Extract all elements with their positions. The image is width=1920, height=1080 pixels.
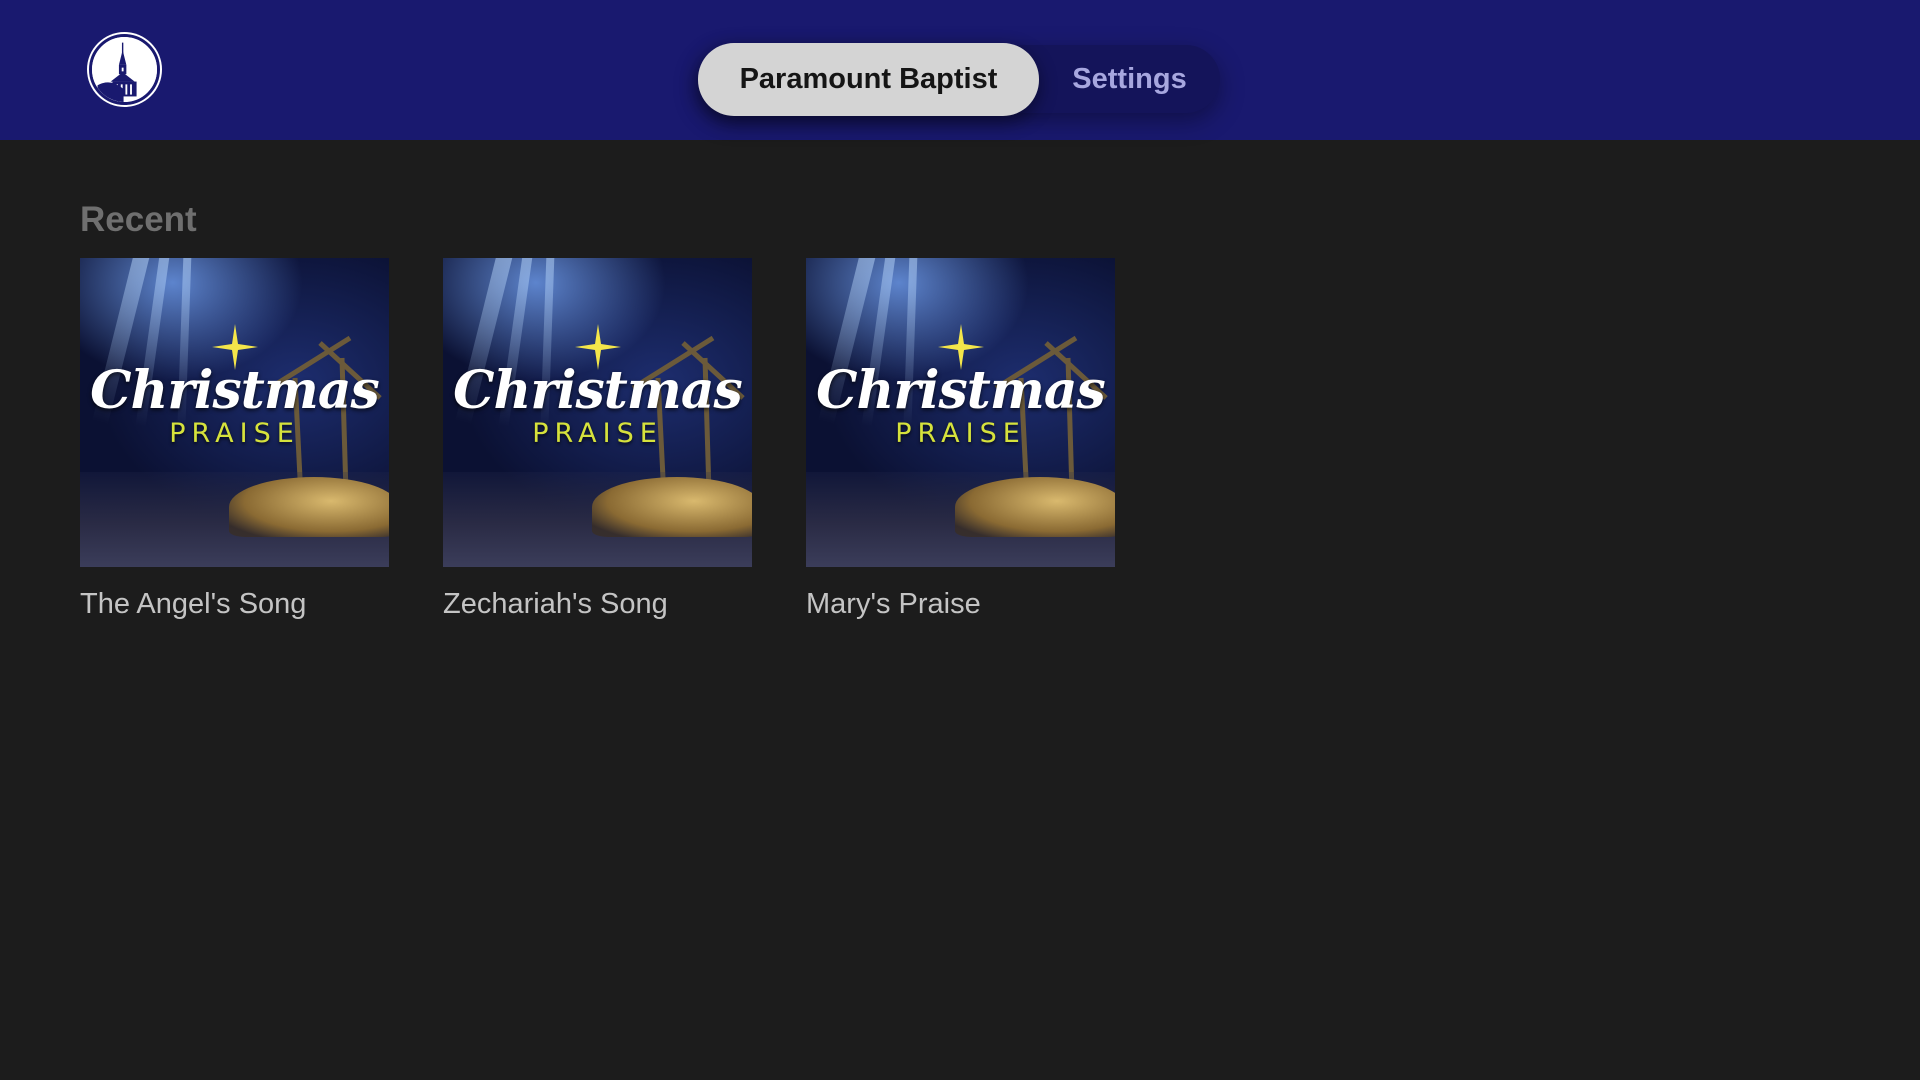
tab-paramount-baptist[interactable]: Paramount Baptist xyxy=(698,43,1039,116)
artwork-title: Christmas xyxy=(816,360,1106,421)
artwork-subtitle: PRAISE xyxy=(532,418,663,449)
recent-item-title: Mary's Praise xyxy=(806,588,981,620)
recent-item-title: Zechariah's Song xyxy=(443,588,668,620)
artwork-subtitle: PRAISE xyxy=(169,418,300,449)
recent-item-card[interactable]: Christmas PRAISE Mary's Praise xyxy=(806,258,1115,621)
recent-item-title: The Angel's Song xyxy=(80,588,307,620)
tab-settings[interactable]: Settings xyxy=(1039,45,1220,113)
sermon-artwork: Christmas PRAISE xyxy=(80,258,389,567)
sermon-artwork: Christmas PRAISE xyxy=(443,258,752,567)
tab-label: Settings xyxy=(1072,62,1187,95)
top-tab-bar: Paramount Baptist Settings xyxy=(698,43,1220,116)
artwork-subtitle: PRAISE xyxy=(895,418,1026,449)
section-title-recent: Recent xyxy=(80,200,197,239)
sermon-artwork: Christmas PRAISE xyxy=(806,258,1115,567)
tab-label: Paramount Baptist xyxy=(739,63,998,95)
recent-item-card[interactable]: Christmas PRAISE The Angel's Song xyxy=(80,258,389,621)
artwork-title: Christmas xyxy=(90,360,380,421)
recent-item-card[interactable]: Christmas PRAISE Zechariah's Song xyxy=(443,258,752,621)
top-navigation-bar: Paramount Baptist Settings xyxy=(0,0,1920,140)
church-steeple-icon xyxy=(89,34,160,105)
artwork-title: Christmas xyxy=(453,360,743,421)
